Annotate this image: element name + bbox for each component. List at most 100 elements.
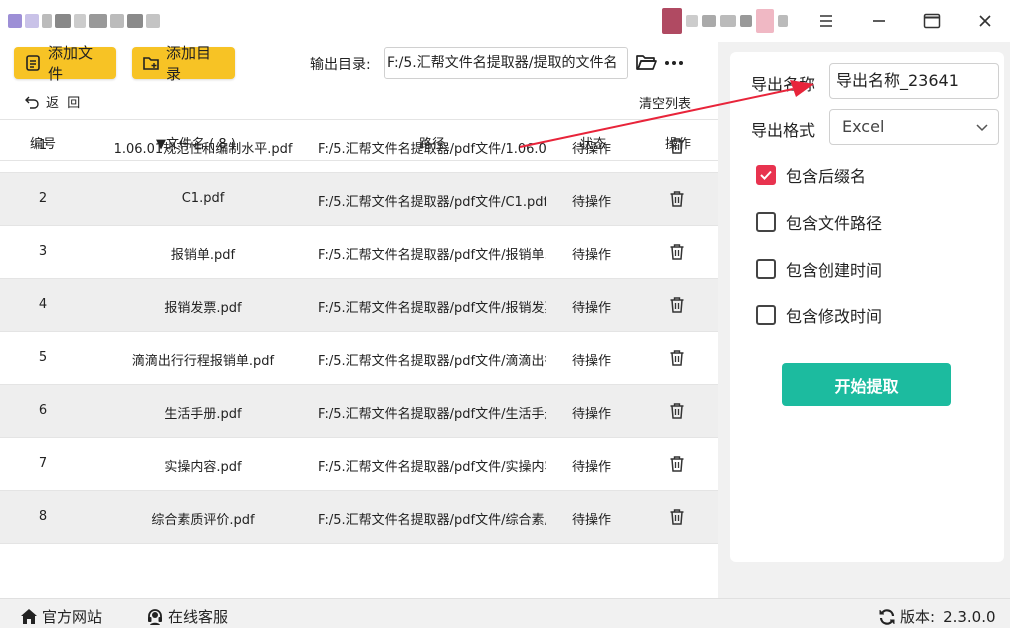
row-filename: 生活手册.pdf [164,407,242,422]
row-status: 待操作 [572,407,612,422]
table-row[interactable]: 1 1.06.01规范性和编制水平.pdf F:/5.汇帮文件名提取器/pdf文件/… [0,120,718,173]
checkbox-box[interactable] [756,212,776,232]
row-filename: 1.06.01规范性和编制水平.pdf [113,142,293,157]
table-body: 1 1.06.01规范性和编制水平.pdf F:/5.汇帮文件名提取器/pdf文件/… [0,120,718,544]
export-option-checkbox[interactable]: 包含文件路径 [756,210,882,234]
checkbox-box[interactable] [756,305,776,325]
table-row[interactable]: 7 实操内容.pdf F:/5.汇帮文件名提取器/pdf文件/实操内容.pdf 待操作 [0,438,718,491]
back-button[interactable]: 返 回 [24,92,80,111]
headset-icon [148,608,162,625]
trash-icon[interactable] [669,137,687,155]
add-directory-button[interactable]: 添加目录 [132,44,235,83]
export-option-label: 包含后缀名 [786,167,867,186]
more-icon[interactable] [664,52,686,74]
export-option-checkbox[interactable]: 包含修改时间 [756,303,882,327]
trash-icon[interactable] [669,296,687,314]
trash-icon[interactable] [669,455,687,473]
add-file-icon [26,55,40,71]
add-file-label: 添加文件 [48,44,94,83]
row-path: F:/5.汇帮文件名提取器/pdf文件/C1.pdf [318,195,546,210]
row-status: 待操作 [572,354,612,369]
row-status: 待操作 [572,460,612,475]
official-website-label: 官方网站 [42,608,103,626]
row-status: 待操作 [572,195,612,210]
export-format-label: 导出格式 [751,121,816,140]
trash-icon[interactable] [669,190,687,208]
row-path: F:/5.汇帮文件名提取器/pdf文件/综合素质评价.pdf [318,513,546,528]
chevron-down-icon [976,110,988,145]
row-path: F:/5.汇帮文件名提取器/pdf文件/滴滴出行行程报销单.pdf [318,354,546,369]
home-icon [21,609,37,624]
version-value: 2.3.0.0 [943,607,996,626]
checkbox-box[interactable] [756,259,776,279]
row-path: F:/5.汇帮文件名提取器/pdf文件/1.06.01规范性和编制水平.pdf [318,142,546,157]
trash-icon[interactable] [669,243,687,261]
add-directory-label: 添加目录 [166,44,212,83]
row-path: F:/5.汇帮文件名提取器/pdf文件/报销单.pdf [318,248,546,263]
export-name-input[interactable]: 导出名称_23641 [829,63,999,99]
row-status: 待操作 [572,513,612,528]
trash-icon[interactable] [669,349,687,367]
version-label: 版本: [900,608,936,626]
maximize-icon[interactable] [916,6,948,36]
row-path: F:/5.汇帮文件名提取器/pdf文件/实操内容.pdf [318,460,546,475]
trash-icon[interactable] [669,508,687,526]
table-row[interactable]: 3 报销单.pdf F:/5.汇帮文件名提取器/pdf文件/报销单.pdf 待操作 [0,226,718,279]
row-path: F:/5.汇帮文件名提取器/pdf文件/报销发票.pdf [318,301,546,316]
export-option-label: 包含创建时间 [786,261,883,280]
row-number: 4 [38,297,48,312]
add-folder-icon [143,57,159,70]
table-row[interactable]: 2 C1.pdf F:/5.汇帮文件名提取器/pdf文件/C1.pdf 待操作 [0,173,718,226]
row-number: 6 [38,403,48,418]
add-file-button[interactable]: 添加文件 [14,44,116,83]
row-number: 2 [38,191,48,206]
row-filename: 报销发票.pdf [164,301,242,316]
output-dir-field[interactable]: F:/5.汇帮文件名提取器/提取的文件名 [384,47,628,79]
menu-icon[interactable] [810,6,842,36]
refresh-icon [879,608,895,625]
version-info[interactable]: 版本: 2.3.0.0 [878,606,996,627]
row-status: 待操作 [572,301,612,316]
online-support-label: 在线客服 [168,608,229,626]
table-row[interactable]: 8 综合素质评价.pdf F:/5.汇帮文件名提取器/pdf文件/综合素质评价.pd… [0,491,718,544]
export-format-value: Excel [842,117,885,136]
export-name-label: 导出名称 [751,75,816,94]
checkbox-box[interactable] [756,165,776,185]
back-arrow-icon [25,96,39,109]
row-filename: 综合素质评价.pdf [151,513,255,528]
row-number: 7 [38,456,48,471]
row-status: 待操作 [572,248,612,263]
export-option-label: 包含修改时间 [786,307,883,326]
row-filename: C1.pdf [181,191,225,206]
close-icon[interactable] [969,6,1001,36]
status-bar: 官方网站 在线客服 版本: 2.3.0.0 [0,598,1010,628]
trash-icon[interactable] [669,402,687,420]
row-filename: 报销单.pdf [170,248,236,263]
row-filename: 实操内容.pdf [164,460,242,475]
row-number: 8 [38,509,48,524]
start-extract-button[interactable]: 开始提取 [782,363,951,406]
row-number: 1 [38,138,48,153]
row-path: F:/5.汇帮文件名提取器/pdf文件/生活手册.pdf [318,407,546,422]
folder-icon[interactable] [635,52,657,74]
export-option-label: 包含文件路径 [786,214,883,233]
row-filename: 滴滴出行行程报销单.pdf [131,354,275,369]
title-bar [0,0,1010,42]
table-row[interactable]: 6 生活手册.pdf F:/5.汇帮文件名提取器/pdf文件/生活手册.pdf 待操作 [0,385,718,438]
file-list-panel: 添加文件 添加目录 输出目录: F:/5.汇帮文件名提取器/提取的文件名 返 回… [0,42,718,598]
export-option-checkbox[interactable]: 包含后缀名 [756,163,866,187]
table-row[interactable]: 5 滴滴出行行程报销单.pdf F:/5.汇帮文件名提取器/pdf文件/滴滴出行行程… [0,332,718,385]
export-format-select[interactable]: Excel [829,109,999,145]
export-option-checkbox[interactable]: 包含创建时间 [756,257,882,281]
row-status: 待操作 [572,142,612,157]
official-website-link[interactable]: 官方网站 [20,606,102,627]
row-number: 3 [38,244,48,259]
app-logo-blurred [8,10,170,32]
output-dir-label: 输出目录: [310,57,371,73]
row-number: 5 [38,350,48,365]
user-info-blurred [662,6,794,36]
online-support-link[interactable]: 在线客服 [146,606,228,627]
minimize-icon[interactable] [863,6,895,36]
table-row[interactable]: 4 报销发票.pdf F:/5.汇帮文件名提取器/pdf文件/报销发票.pdf 待操作 [0,279,718,332]
clear-list-button[interactable]: 清空列表 [639,93,691,112]
